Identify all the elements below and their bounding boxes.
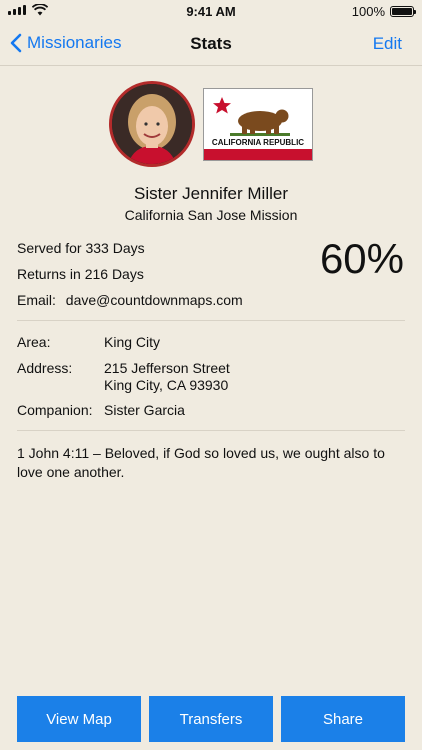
transfers-button[interactable]: Transfers (149, 696, 273, 742)
navigation-bar: Missionaries Stats Edit (0, 22, 422, 66)
back-button[interactable]: Missionaries (10, 33, 121, 53)
scripture-quote: 1 John 4:11 – Beloved, if God so loved u… (17, 445, 385, 480)
stats-screen: 9:41 AM 100% Missionaries Stats Edit CAL… (0, 0, 422, 750)
flag-banner-text: CALIFORNIA REPUBLIC (211, 138, 305, 147)
missionary-photo (109, 81, 195, 167)
email-label: Email: (17, 292, 56, 308)
address-line-1: 215 Jefferson Street (104, 360, 230, 376)
chevron-left-icon (10, 33, 22, 53)
missionary-name: Sister Jennifer Miller (134, 184, 288, 203)
area-value: King City (104, 334, 161, 350)
area-label: Area: (17, 334, 51, 350)
status-bar: 9:41 AM 100% (0, 0, 422, 22)
battery-percent: 100% (351, 4, 385, 19)
progress-percent: 60% (319, 235, 404, 282)
email-row: Email: dave@countdownmaps.com (17, 292, 243, 308)
returns-days: Returns in 216 Days (17, 266, 144, 282)
state-flag: CALIFORNIA REPUBLIC (203, 88, 313, 161)
view-map-button[interactable]: View Map (17, 696, 141, 742)
edit-button[interactable]: Edit (373, 34, 402, 54)
share-button[interactable]: Share (281, 696, 405, 742)
email-value[interactable]: dave@countdownmaps.com (66, 292, 243, 308)
address-label: Address: (17, 360, 73, 376)
status-right: 100% (351, 4, 416, 19)
divider (17, 320, 405, 321)
companion-label: Companion: (17, 402, 93, 418)
companion-value: Sister Garcia (104, 402, 185, 418)
address-line-2: King City, CA 93930 (104, 377, 229, 393)
divider (17, 430, 405, 431)
served-days: Served for 333 Days (17, 240, 145, 256)
portrait-image (112, 84, 192, 164)
back-button-label: Missionaries (27, 33, 122, 52)
california-flag-image (204, 89, 312, 160)
mission-name: California San Jose Mission (124, 207, 298, 223)
battery-icon (390, 6, 416, 17)
